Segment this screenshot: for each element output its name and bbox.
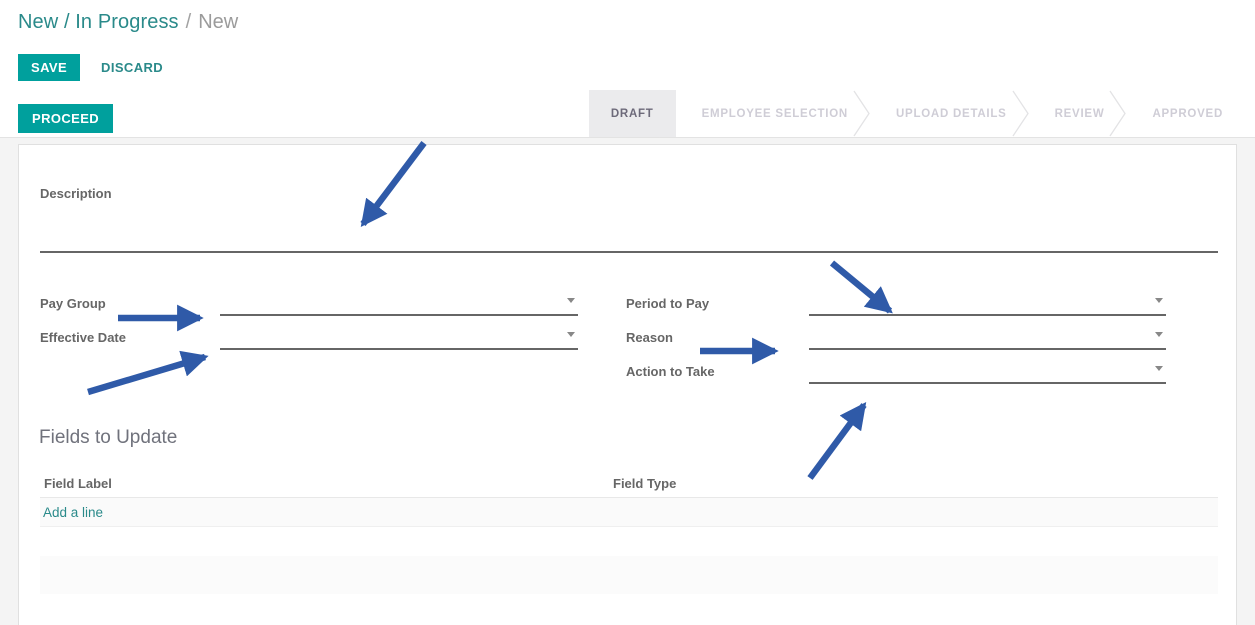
- chevron-right-icon: [853, 90, 870, 137]
- pay-group-label: Pay Group: [40, 296, 106, 311]
- form-card: Description Pay Group Effective Date Per…: [18, 144, 1237, 625]
- stage-label: REVIEW: [1054, 107, 1105, 120]
- chevron-right-icon: [1012, 90, 1029, 137]
- period-to-pay-label: Period to Pay: [626, 296, 710, 311]
- stage-draft[interactable]: DRAFT: [588, 89, 676, 138]
- chevron-down-icon: [567, 332, 575, 337]
- proceed-button[interactable]: PROCEED: [18, 104, 114, 133]
- chevron-right-icon: [658, 89, 676, 138]
- fields-to-update-title: Fields to Update: [39, 427, 178, 448]
- stage-label: APPROVED: [1152, 107, 1223, 120]
- add-a-line-link[interactable]: Add a line: [43, 505, 103, 520]
- action-to-take-input[interactable]: [809, 360, 1166, 384]
- chevron-down-icon: [567, 298, 575, 303]
- chevron-down-icon: [1155, 298, 1163, 303]
- stage-approved[interactable]: APPROVED: [1126, 90, 1245, 137]
- effective-date-label: Effective Date: [40, 330, 126, 345]
- stage-employee-selection[interactable]: EMPLOYEE SELECTION: [676, 90, 870, 137]
- save-button[interactable]: SAVE: [18, 53, 81, 81]
- description-input[interactable]: [40, 251, 1218, 253]
- workflow-bar: PROCEED DRAFT EMPLOYEE SELECTION UPLOAD …: [0, 89, 1255, 138]
- record-actions-bar: SAVE DISCARD: [0, 44, 1255, 90]
- period-to-pay-input[interactable]: [809, 292, 1166, 316]
- table-empty-row: [40, 556, 1218, 594]
- status-bar: DRAFT EMPLOYEE SELECTION UPLOAD DETAILS …: [588, 89, 1245, 138]
- stage-upload-details[interactable]: UPLOAD DETAILS: [870, 90, 1029, 137]
- add-a-line-row[interactable]: [40, 498, 1218, 527]
- column-header-field-type: Field Type: [613, 476, 677, 491]
- stage-review[interactable]: REVIEW: [1029, 90, 1127, 137]
- effective-date-input[interactable]: [220, 326, 578, 350]
- breadcrumb-root-link[interactable]: New / In Progress: [18, 11, 179, 34]
- stage-label: UPLOAD DETAILS: [895, 107, 1007, 120]
- breadcrumb-current: New: [198, 10, 239, 33]
- stage-label: DRAFT: [610, 107, 654, 120]
- chevron-right-icon: [1109, 90, 1127, 137]
- stage-label: EMPLOYEE SELECTION: [701, 107, 848, 120]
- column-header-field-label: Field Label: [44, 476, 112, 491]
- reason-label: Reason: [626, 330, 673, 345]
- breadcrumb: New / In Progress / New: [0, 0, 1255, 44]
- chevron-down-icon: [1155, 332, 1163, 337]
- action-to-take-label: Action to Take: [626, 364, 715, 379]
- chevron-down-icon: [1155, 366, 1163, 371]
- discard-button[interactable]: DISCARD: [101, 60, 163, 75]
- reason-input[interactable]: [809, 326, 1166, 350]
- breadcrumb-separator: /: [185, 10, 192, 33]
- description-label: Description: [40, 186, 112, 201]
- pay-group-input[interactable]: [220, 292, 578, 316]
